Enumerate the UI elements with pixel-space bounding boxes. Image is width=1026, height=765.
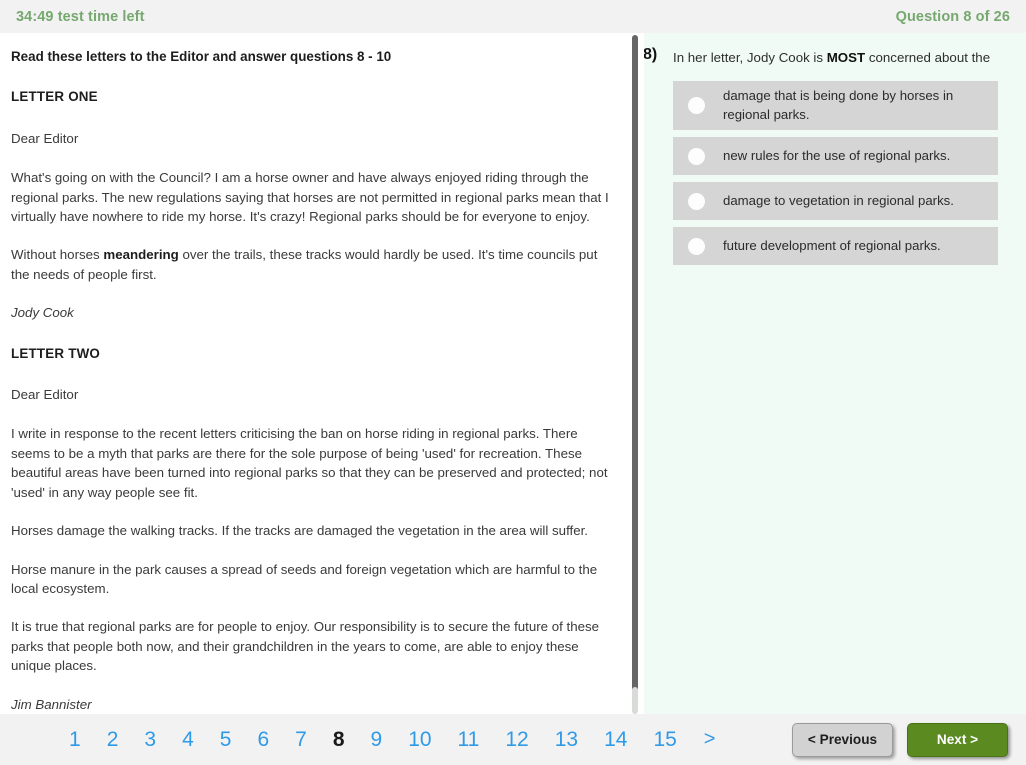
answer-options-list: damage that is being done by horses in r… [639,81,1000,265]
question-counter: Question 8 of 26 [895,8,1010,25]
scrollbar-track-bottom[interactable] [632,687,638,714]
question-stem-before: In her letter, Jody Cook is [673,50,827,65]
radio-button-icon[interactable] [688,97,705,114]
letter-one-paragraph-1: What's going on with the Council? I am a… [11,170,609,225]
page-link-3[interactable]: 3 [131,728,169,752]
previous-button[interactable]: < Previous [792,722,893,757]
page-link-12[interactable]: 12 [492,728,541,752]
passage-instruction: Read these letters to the Editor and ans… [11,49,392,64]
letter-one-bold-word: meandering [103,247,179,263]
question-stem-emphasis: MOST [826,50,866,65]
answer-option[interactable]: damage that is being done by horses in r… [673,81,998,130]
test-footer-bar: 1 2 3 4 5 6 7 8 9 10 11 12 13 14 15 > < … [0,714,1026,765]
question-stem-row: 8) In her letter, Jody Cook is MOST conc… [639,45,1000,67]
letter-two-heading: LETTER TWO [11,345,101,361]
test-body: Read these letters to the Editor and ans… [0,33,1026,714]
passage-scrollbar[interactable] [631,33,644,714]
next-button[interactable]: Next > [907,722,1008,757]
answer-option-label: future development of regional parks. [723,237,941,253]
test-timer: 34:49 test time left [16,8,145,25]
test-app-window: 34:49 test time left Question 8 of 26 Re… [0,0,1026,765]
page-link-14[interactable]: 14 [591,728,640,752]
passage-pane: Read these letters to the Editor and ans… [0,33,631,714]
letter-one-signature: Jody Cook [11,305,74,321]
pagination: 1 2 3 4 5 6 7 8 9 10 11 12 13 14 15 > [0,728,728,752]
radio-button-icon[interactable] [688,237,705,255]
letter-two-paragraph-1: I write in response to the recent letter… [11,426,608,500]
page-link-13[interactable]: 13 [542,728,591,752]
letter-two-signature: Jim Bannister [11,696,92,712]
question-pane: 8) In her letter, Jody Cook is MOST conc… [631,33,1026,714]
question-stem-after: concerned about the [865,50,991,65]
pagination-next-arrow-icon[interactable]: > [690,728,729,751]
page-link-5[interactable]: 5 [207,728,245,752]
page-link-15[interactable]: 15 [640,728,689,752]
scrollbar-thumb[interactable] [632,35,638,703]
letter-one-paragraph-2-before: Without horses [11,247,104,263]
answer-option[interactable]: future development of regional parks. [673,227,998,265]
letter-two-salutation: Dear Editor [11,387,79,403]
navigation-buttons: < Previous Next > [792,722,1008,757]
answer-option-label: damage that is being done by horses in r… [723,88,954,122]
letter-two-paragraph-3: Horse manure in the park causes a spread… [11,561,598,596]
page-link-4[interactable]: 4 [169,728,207,752]
answer-option[interactable]: new rules for the use of regional parks. [673,137,998,175]
letter-two-paragraph-2: Horses damage the walking tracks. If the… [11,523,588,539]
answer-option-label: new rules for the use of regional parks. [723,147,951,163]
letter-one-salutation: Dear Editor [11,130,79,146]
page-link-7[interactable]: 7 [282,728,320,752]
letter-one-heading: LETTER ONE [11,89,98,105]
page-link-9[interactable]: 9 [358,728,396,752]
answer-option-label: damage to vegetation in regional parks. [723,192,954,208]
page-link-1[interactable]: 1 [56,728,94,752]
page-link-2[interactable]: 2 [94,728,132,752]
page-link-6[interactable]: 6 [244,728,282,752]
radio-button-icon[interactable] [688,192,705,210]
page-link-10[interactable]: 10 [395,728,444,752]
test-header-bar: 34:49 test time left Question 8 of 26 [0,0,1026,33]
question-number: 8) [643,46,658,63]
page-link-8-current: 8 [332,727,345,751]
question-stem: In her letter, Jody Cook is MOST concern… [673,45,990,67]
letter-one-paragraph-2: Without horses meandering over the trail… [11,245,609,284]
page-link-11[interactable]: 11 [445,728,493,752]
answer-option[interactable]: damage to vegetation in regional parks. [673,182,998,220]
letter-two-paragraph-4: It is true that regional parks are for p… [11,619,600,674]
radio-button-icon[interactable] [688,147,705,165]
